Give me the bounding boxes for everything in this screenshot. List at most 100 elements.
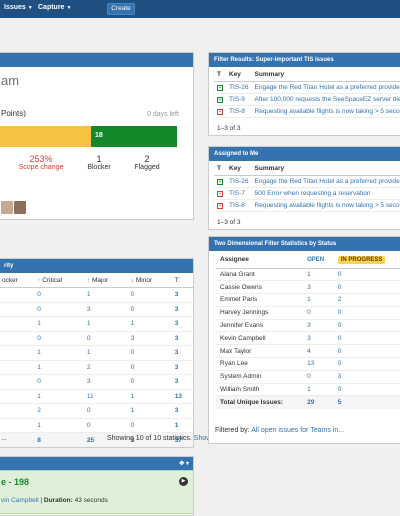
in-progress-count[interactable]: 3 bbox=[333, 370, 400, 384]
open-total[interactable]: 29 bbox=[303, 396, 334, 409]
in-progress-count[interactable]: 0 bbox=[333, 280, 400, 295]
issues-menu-label: Issues bbox=[4, 4, 26, 11]
issues-menu[interactable]: Issues ▼ bbox=[4, 4, 33, 11]
cell-link[interactable]: 0 bbox=[127, 345, 172, 361]
cell-link[interactable]: 13 bbox=[171, 389, 193, 404]
cell-link[interactable]: 0 bbox=[127, 360, 172, 375]
issue-summary-link[interactable]: Requesting available flights is now taki… bbox=[251, 105, 400, 118]
build-title[interactable]: e - 198 bbox=[1, 477, 29, 487]
in-progress-count[interactable]: 0 bbox=[333, 357, 400, 371]
cell-link[interactable]: 1 bbox=[34, 418, 84, 433]
open-count[interactable]: 1 bbox=[303, 268, 334, 282]
arrow-up-icon: ↑ bbox=[86, 276, 91, 284]
cell-link[interactable]: 1 bbox=[127, 316, 172, 332]
col-key: Key bbox=[226, 163, 252, 176]
in-progress-count[interactable]: 0 bbox=[333, 306, 400, 320]
cell-link[interactable]: 0 bbox=[127, 287, 172, 303]
cell-link[interactable]: 0 bbox=[83, 331, 128, 346]
avatar[interactable] bbox=[14, 201, 26, 214]
issue-key-link[interactable]: TIS-26 bbox=[226, 81, 252, 94]
issue-summary-link[interactable]: After 100,000 requests the SeeSpaceEZ se… bbox=[251, 93, 400, 106]
issue-key-link[interactable]: TIS-9 bbox=[226, 93, 252, 106]
table-row: 1001 bbox=[0, 418, 193, 433]
filtered-by-label: Filtered by: bbox=[215, 427, 250, 434]
open-count[interactable]: 1 bbox=[303, 293, 334, 307]
in-progress-count[interactable]: 0 bbox=[333, 268, 400, 282]
cell-link[interactable]: 1 bbox=[83, 345, 128, 361]
cell-link[interactable]: 3 bbox=[83, 374, 128, 390]
chevron-down-icon: ▼ bbox=[27, 5, 33, 11]
cell-link[interactable]: 3 bbox=[171, 345, 193, 361]
cell-link[interactable]: 0 bbox=[127, 418, 172, 433]
in-progress-count[interactable]: 2 bbox=[333, 293, 400, 307]
status-open-badge: OPEN bbox=[307, 257, 325, 264]
cell-link[interactable]: 3 bbox=[127, 331, 172, 346]
in-progress-total[interactable]: 5 bbox=[334, 396, 400, 409]
cell-link[interactable]: 1 bbox=[34, 345, 84, 361]
issue-summary-link[interactable]: Requesting available flights is now taki… bbox=[251, 199, 400, 212]
cell-link[interactable]: 1 bbox=[83, 287, 128, 303]
scope-change-value: 253% bbox=[29, 154, 53, 164]
issue-key-link[interactable]: TIS-8 bbox=[226, 105, 252, 118]
cell-link[interactable]: 11 bbox=[83, 389, 128, 404]
cell-link[interactable]: 2 bbox=[34, 403, 84, 419]
cell-link[interactable]: 1 bbox=[171, 418, 193, 433]
issue-summary-link[interactable]: Engage the Red Titan Hotel as a preferre… bbox=[251, 175, 400, 188]
chevron-down-icon[interactable]: ▾ bbox=[186, 461, 189, 467]
cell-link[interactable]: 0 bbox=[34, 331, 84, 346]
cell-link[interactable]: 0 bbox=[34, 302, 84, 317]
cell-link[interactable]: 3 bbox=[171, 360, 193, 375]
cell-link[interactable]: 1 bbox=[34, 389, 84, 404]
cell-link[interactable]: 0 bbox=[83, 403, 128, 419]
move-icon[interactable]: ✥ bbox=[179, 461, 184, 467]
cell-link[interactable]: 1 bbox=[34, 360, 84, 375]
play-icon[interactable]: ▶ bbox=[179, 477, 188, 486]
open-count[interactable]: 4 bbox=[303, 344, 334, 359]
in-progress-count[interactable]: 0 bbox=[333, 331, 400, 346]
filter-link[interactable]: All open issues for Teams in... bbox=[251, 427, 344, 434]
issue-summary-link[interactable]: Engage the Red Titan Hotel as a preferre… bbox=[251, 81, 400, 94]
cell-link[interactable]: 1 bbox=[83, 316, 128, 332]
open-count[interactable]: 0 bbox=[303, 370, 334, 384]
panel-header: ✥ ▾ bbox=[0, 457, 193, 471]
in-progress-count[interactable]: 0 bbox=[333, 383, 400, 397]
open-count[interactable]: 3 bbox=[303, 280, 334, 295]
table-row: William Smith 1 0 bbox=[216, 383, 400, 397]
open-count[interactable]: 1 bbox=[303, 383, 334, 397]
cell-link[interactable]: 1 bbox=[127, 403, 172, 419]
avatar[interactable] bbox=[1, 201, 13, 214]
cell-link[interactable]: 3 bbox=[171, 331, 193, 346]
cell-link[interactable]: 1 bbox=[34, 316, 84, 332]
cell-link[interactable]: 2 bbox=[83, 360, 128, 375]
cell-link[interactable]: 3 bbox=[171, 316, 193, 332]
cell-link[interactable]: 3 bbox=[83, 302, 128, 317]
table-row: • TIS-8 Requesting available flights is no… bbox=[214, 199, 400, 212]
capture-menu[interactable]: Capture ▼ bbox=[38, 4, 71, 11]
issue-key-link[interactable]: TIS-7 bbox=[226, 187, 252, 200]
in-progress-count[interactable]: 0 bbox=[333, 319, 400, 333]
cell-link[interactable]: 3 bbox=[171, 403, 193, 419]
in-progress-count[interactable]: 0 bbox=[333, 344, 400, 359]
col-type: T bbox=[214, 163, 226, 176]
issue-summary-link[interactable]: 500 Error when requesting a reservation bbox=[251, 187, 400, 200]
cell-link[interactable]: 0 bbox=[127, 374, 172, 390]
total-critical[interactable]: 8 bbox=[34, 433, 84, 448]
cell-link[interactable]: 0 bbox=[34, 287, 84, 303]
cell-link[interactable]: 0 bbox=[127, 302, 172, 317]
open-count[interactable]: 0 bbox=[303, 306, 334, 320]
create-button[interactable]: Create bbox=[107, 3, 135, 15]
build-author-link[interactable]: vin Campbell bbox=[1, 497, 39, 504]
assignee-name: System Admin bbox=[216, 370, 304, 384]
cell-link[interactable]: 1 bbox=[127, 389, 172, 404]
cell-link[interactable]: 0 bbox=[83, 418, 128, 433]
table-row: Cassie Owens 3 0 bbox=[216, 280, 400, 295]
issue-key-link[interactable]: TIS-8 bbox=[226, 199, 252, 212]
cell-link[interactable]: 3 bbox=[171, 287, 193, 303]
open-count[interactable]: 3 bbox=[303, 331, 334, 346]
cell-link[interactable]: 0 bbox=[34, 374, 84, 390]
cell-link[interactable]: 3 bbox=[171, 302, 193, 317]
issue-key-link[interactable]: TIS-26 bbox=[226, 175, 252, 188]
open-count[interactable]: 13 bbox=[303, 357, 334, 371]
cell-link[interactable]: 3 bbox=[171, 374, 193, 390]
open-count[interactable]: 3 bbox=[303, 319, 334, 333]
